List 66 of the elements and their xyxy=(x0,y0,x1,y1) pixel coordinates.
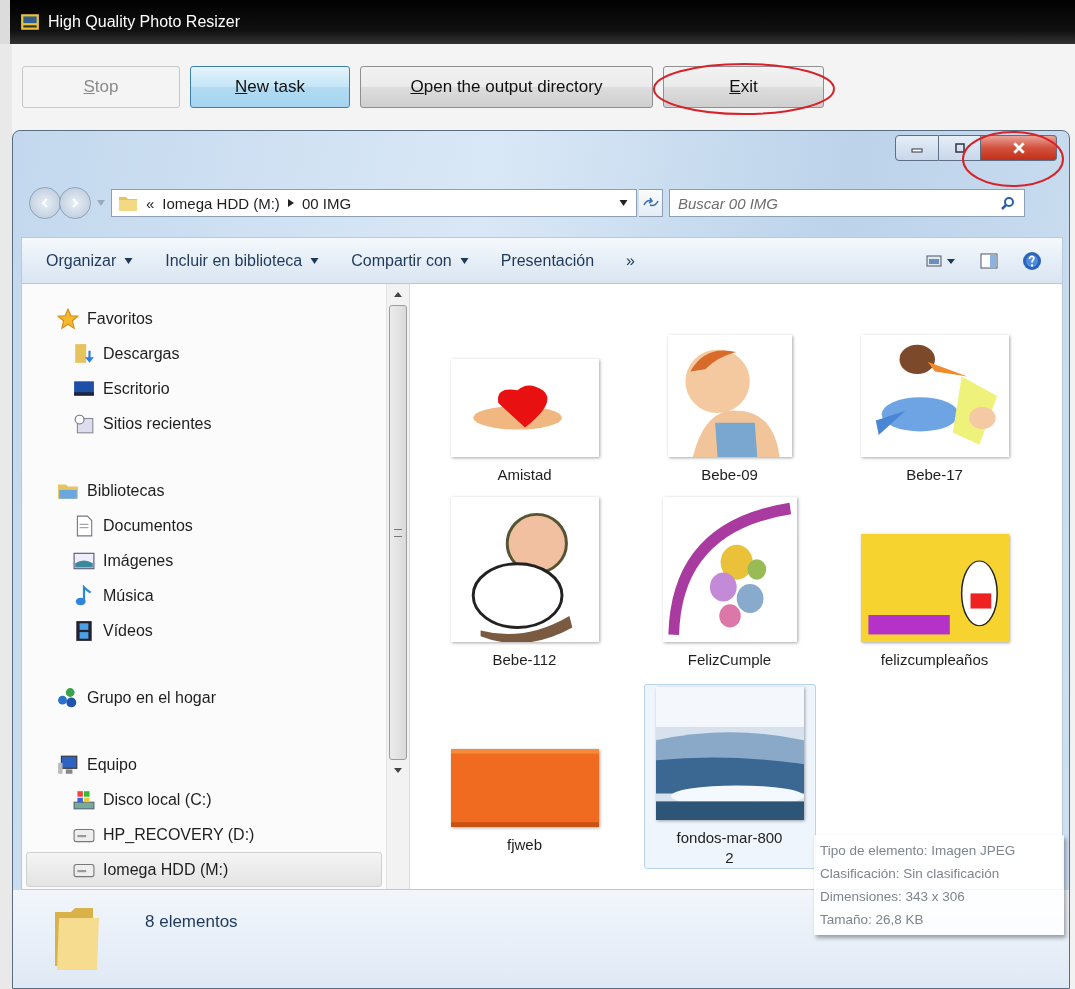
file-item[interactable]: Bebe-112 xyxy=(438,499,611,684)
close-icon xyxy=(1011,142,1026,154)
star-icon xyxy=(57,307,79,330)
nav-item[interactable]: Vídeos xyxy=(26,613,382,648)
breadcrumb-arrow-icon[interactable] xyxy=(287,199,294,207)
file-item[interactable]: Bebe-09 xyxy=(643,314,816,499)
tooltip-line: Tipo de elemento: Imagen JPEG xyxy=(820,842,1017,860)
command-menu[interactable]: Compartir con xyxy=(337,245,483,276)
maximize-icon xyxy=(953,143,966,153)
command-menu[interactable]: » xyxy=(612,245,649,276)
preview-pane-icon xyxy=(980,252,998,269)
nav-item[interactable]: Música xyxy=(26,578,382,613)
tooltip-line: Tamaño: 26,8 KB xyxy=(820,911,925,929)
dropdown-caret-icon[interactable] xyxy=(619,200,628,206)
minimize-button[interactable] xyxy=(895,135,939,161)
nav-item[interactable]: Escritorio xyxy=(26,371,382,406)
search-icon[interactable] xyxy=(1001,196,1015,210)
item-count: 8 elementos xyxy=(145,912,238,932)
file-item[interactable]: Amistad xyxy=(438,314,611,499)
command-menu[interactable]: Presentación xyxy=(486,245,609,276)
scrollbar-track[interactable] xyxy=(386,284,409,889)
file-item[interactable]: fjweb xyxy=(438,684,611,869)
tooltip-line: Clasificación: Sin clasificación xyxy=(820,865,1001,883)
app-icon xyxy=(20,13,40,31)
refresh-button[interactable] xyxy=(639,189,663,217)
nav-item[interactable]: Descargas xyxy=(26,336,382,371)
tooltip-line: Dimensiones: 343 x 306 xyxy=(820,888,966,906)
toolbar-button[interactable]: Exit xyxy=(663,66,824,108)
nav-item[interactable]: Sitios recientes xyxy=(26,406,382,441)
address-bar[interactable]: « Iomega HDD (M:) 00 IMG xyxy=(111,189,637,217)
maximize-button[interactable] xyxy=(939,135,981,161)
download-folder-icon xyxy=(73,342,95,365)
window-title: High Quality Photo Resizer xyxy=(48,13,241,31)
drive-icon xyxy=(73,788,95,811)
recent-places-icon xyxy=(73,412,95,435)
nav-item[interactable]: Documentos xyxy=(26,508,382,543)
command-menu[interactable]: Incluir en biblioteca xyxy=(151,245,334,276)
toolbar-button[interactable]: Open the output directory xyxy=(360,66,653,108)
folder-icon xyxy=(118,194,138,212)
command-menu[interactable]: Organizar xyxy=(32,245,148,276)
film-icon xyxy=(73,619,95,642)
overflow-chevrons[interactable]: « xyxy=(146,194,155,212)
view-icon xyxy=(926,253,956,268)
nav-item[interactable]: Iomega HDD (M:) xyxy=(26,852,382,887)
nav-item[interactable]: Bibliotecas xyxy=(26,473,382,508)
help-icon xyxy=(1022,250,1042,271)
breadcrumb[interactable]: 00 IMG xyxy=(301,194,352,212)
nav-item[interactable]: Equipo xyxy=(26,747,382,782)
file-item[interactable]: Bebe-17 xyxy=(848,314,1021,499)
file-item[interactable]: fondos-mar-8002 xyxy=(643,684,816,869)
nav-item[interactable]: HP_RECOVERY (D:) xyxy=(26,817,382,852)
nav-item[interactable]: Favoritos xyxy=(26,301,382,336)
homegroup-icon xyxy=(57,686,79,709)
nav-item[interactable]: Imágenes xyxy=(26,543,382,578)
search-field[interactable]: Buscar 00 IMG xyxy=(669,189,1025,217)
scroll-up-arrow-icon[interactable] xyxy=(394,292,402,297)
toolbar-button[interactable]: New task xyxy=(190,66,350,108)
computer-icon xyxy=(57,753,79,776)
close-button[interactable] xyxy=(981,135,1057,161)
file-item[interactable]: felizcumpleaños xyxy=(848,499,1021,684)
nav-item[interactable]: Grupo en el hogar xyxy=(26,680,382,715)
file-item[interactable]: FelizCumple xyxy=(643,499,816,684)
nav-item[interactable]: Disco local (C:) xyxy=(26,782,382,817)
scroll-thumb[interactable] xyxy=(389,305,407,760)
scroll-down-arrow-icon[interactable] xyxy=(394,768,402,773)
breadcrumb[interactable]: Iomega HDD (M:) xyxy=(162,194,280,212)
